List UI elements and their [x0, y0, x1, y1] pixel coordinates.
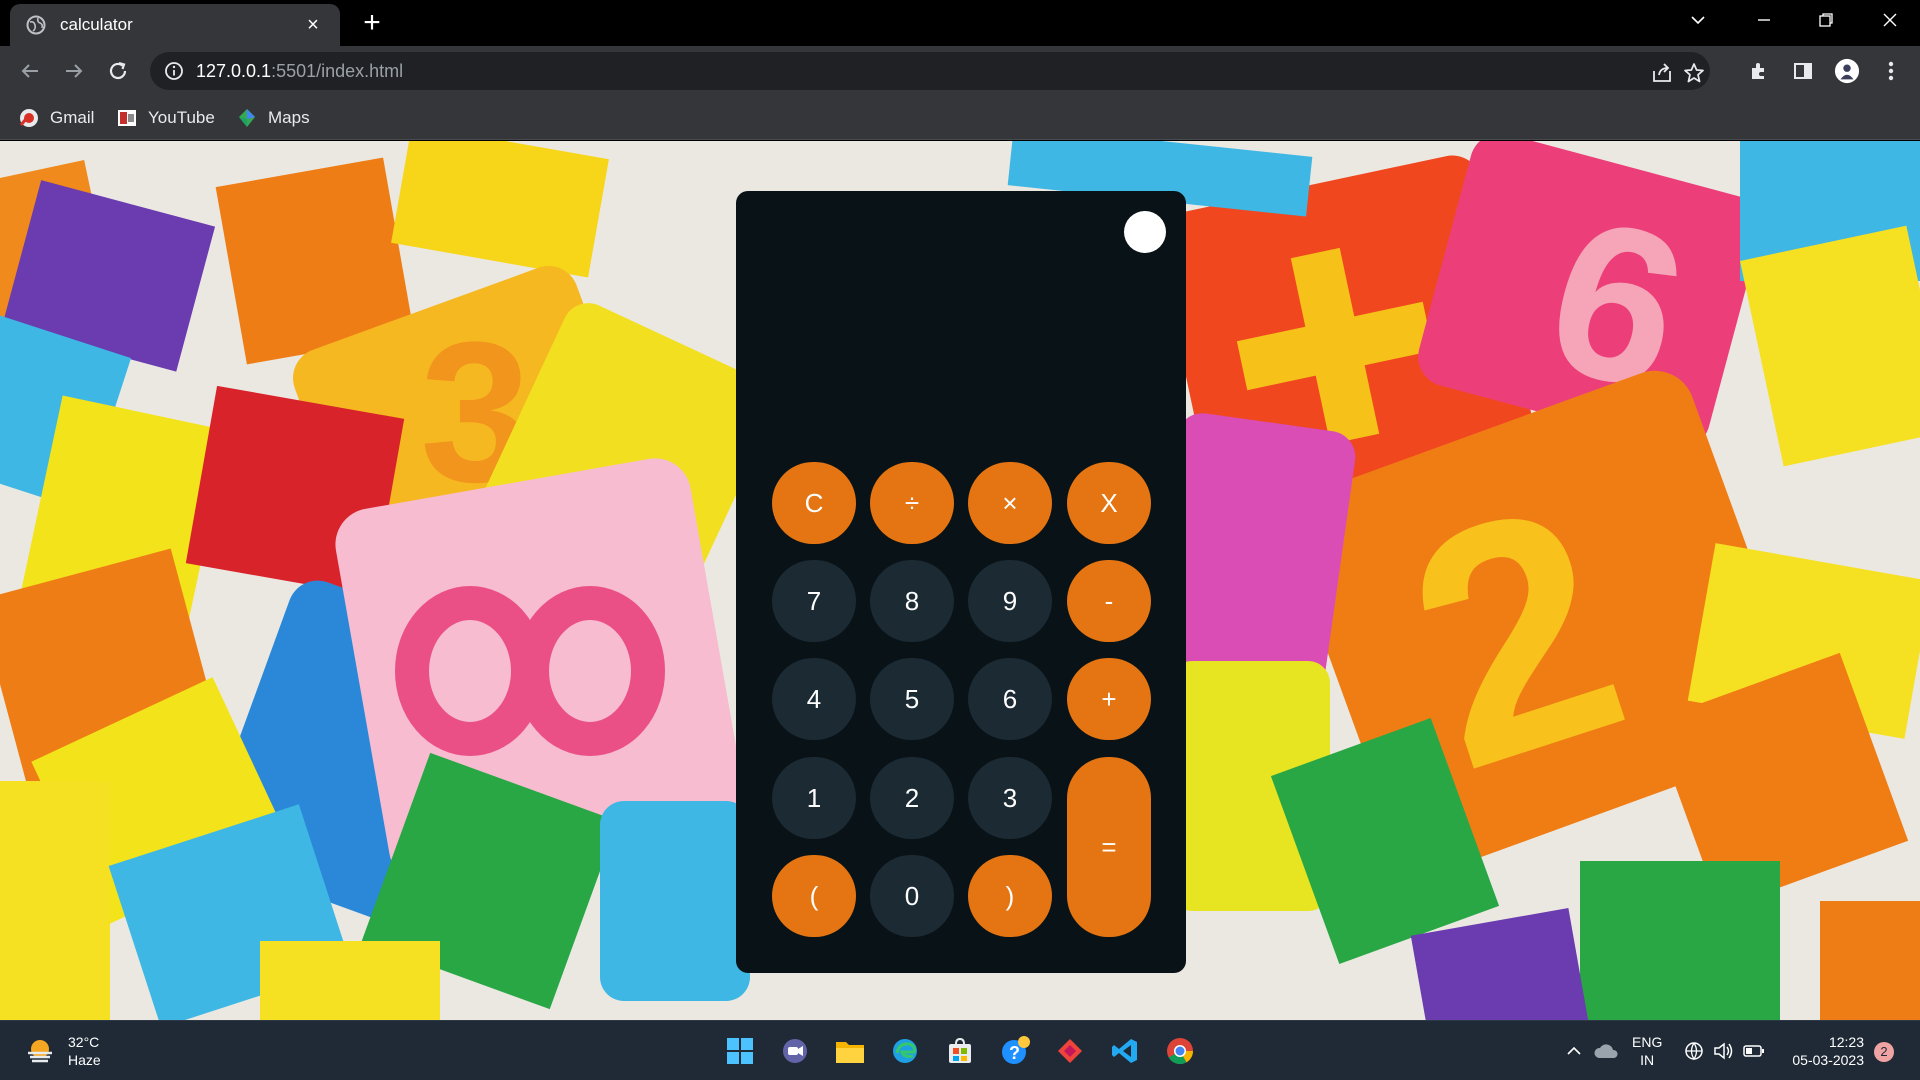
reload-icon[interactable]	[102, 55, 134, 87]
digit-8-button[interactable]: 8	[870, 560, 954, 642]
page-viewport: 3 9 2 C ÷ × X 7 8 9 - 4 5 6 + 1 2 3 = (…	[0, 141, 1920, 1020]
digit-0-button[interactable]: 0	[870, 855, 954, 937]
windows-taskbar: 32°C Haze ? ENG IN 12:23 05-03-2023 2	[0, 1020, 1920, 1080]
extensions-icon[interactable]	[1746, 58, 1772, 84]
back-icon[interactable]	[14, 55, 46, 87]
sun-haze-icon	[28, 1040, 52, 1063]
edge-icon[interactable]	[887, 1033, 923, 1069]
title-bar: calculator × +	[0, 0, 1920, 46]
weather-widget[interactable]: 32°C Haze	[24, 1033, 101, 1069]
bookmark-star-icon[interactable]	[1682, 61, 1706, 85]
bookmarks-bar: Gmail YouTube Maps	[0, 96, 1920, 140]
vscode-icon[interactable]	[1107, 1033, 1143, 1069]
region-code: IN	[1640, 1052, 1655, 1068]
clear-button[interactable]: C	[772, 462, 856, 544]
digit-6-button[interactable]: 6	[968, 658, 1052, 740]
help-icon[interactable]: ?	[997, 1033, 1033, 1069]
theme-toggle-button[interactable]	[1124, 211, 1166, 253]
browser-tab[interactable]: calculator ×	[10, 4, 340, 46]
url-host: 127.0.0.1	[196, 61, 272, 81]
file-explorer-icon[interactable]	[832, 1033, 868, 1069]
digit-9-button[interactable]: 9	[968, 560, 1052, 642]
digit-4-button[interactable]: 4	[772, 658, 856, 740]
store-icon[interactable]	[942, 1033, 978, 1069]
close-tab-icon[interactable]: ×	[302, 14, 324, 37]
gmail-icon	[19, 109, 38, 127]
equals-button[interactable]: =	[1067, 757, 1151, 937]
onedrive-icon[interactable]	[1588, 1033, 1624, 1069]
url-path: :5501/index.html	[271, 61, 404, 81]
language-indicator[interactable]: ENG IN	[1632, 1033, 1662, 1069]
bookmark-youtube[interactable]: YouTube	[116, 104, 215, 132]
maps-icon	[239, 109, 255, 127]
chat-icon[interactable]	[777, 1033, 813, 1069]
side-panel-icon[interactable]	[1790, 58, 1816, 84]
digit-2-button[interactable]: 2	[870, 757, 954, 839]
clock-date: 05-03-2023	[1792, 1052, 1864, 1068]
open-paren-button[interactable]: (	[772, 855, 856, 937]
backspace-button[interactable]: X	[1067, 462, 1151, 544]
calculator-panel: C ÷ × X 7 8 9 - 4 5 6 + 1 2 3 = ( 0 )	[736, 191, 1186, 973]
site-info-icon[interactable]	[164, 61, 184, 81]
address-bar[interactable]: 127.0.0.1:5501/index.html	[150, 52, 1710, 90]
minus-button[interactable]: -	[1067, 560, 1151, 642]
weather-temperature: 32°C	[68, 1034, 100, 1050]
language-code: ENG	[1632, 1034, 1663, 1050]
youtube-icon	[118, 110, 136, 126]
digit-3-button[interactable]: 3	[968, 757, 1052, 839]
share-icon[interactable]	[1650, 61, 1674, 85]
new-tab-button[interactable]: +	[356, 8, 388, 40]
tab-search-icon[interactable]	[1670, 0, 1726, 40]
weather-description: Haze	[68, 1052, 101, 1068]
battery-icon[interactable]	[1736, 1033, 1772, 1069]
anydesk-icon[interactable]	[1052, 1033, 1088, 1069]
forward-icon[interactable]	[58, 55, 90, 87]
calculator-display	[760, 271, 1160, 391]
start-icon[interactable]	[722, 1033, 758, 1069]
digit-7-button[interactable]: 7	[772, 560, 856, 642]
bookmark-label: YouTube	[148, 108, 215, 127]
digit-1-button[interactable]: 1	[772, 757, 856, 839]
close-window-icon[interactable]	[1862, 0, 1918, 40]
notification-badge[interactable]: 2	[1874, 1042, 1894, 1062]
bookmark-label: Maps	[268, 108, 310, 127]
bookmark-label: Gmail	[50, 108, 95, 127]
bookmark-maps[interactable]: Maps	[236, 104, 310, 132]
plus-button[interactable]: +	[1067, 658, 1151, 740]
close-paren-button[interactable]: )	[968, 855, 1052, 937]
profile-avatar[interactable]	[1834, 58, 1860, 84]
clock-time: 12:23	[1828, 1034, 1864, 1050]
clock[interactable]: 12:23 05-03-2023	[1780, 1033, 1864, 1069]
tab-title: calculator	[60, 15, 133, 34]
bookmark-gmail[interactable]: Gmail	[18, 104, 94, 132]
url-text[interactable]: 127.0.0.1:5501/index.html	[196, 61, 403, 82]
menu-kebab-icon[interactable]	[1878, 58, 1904, 84]
show-hidden-icons[interactable]	[1556, 1033, 1592, 1069]
minimize-icon[interactable]	[1736, 0, 1792, 40]
svg-text:?: ?	[1009, 1043, 1020, 1063]
multiply-button[interactable]: ×	[968, 462, 1052, 544]
globe-icon	[26, 15, 46, 35]
chrome-icon[interactable]	[1162, 1033, 1198, 1069]
restore-icon[interactable]	[1798, 0, 1854, 40]
divide-button[interactable]: ÷	[870, 462, 954, 544]
digit-5-button[interactable]: 5	[870, 658, 954, 740]
browser-toolbar: 127.0.0.1:5501/index.html	[0, 46, 1920, 96]
